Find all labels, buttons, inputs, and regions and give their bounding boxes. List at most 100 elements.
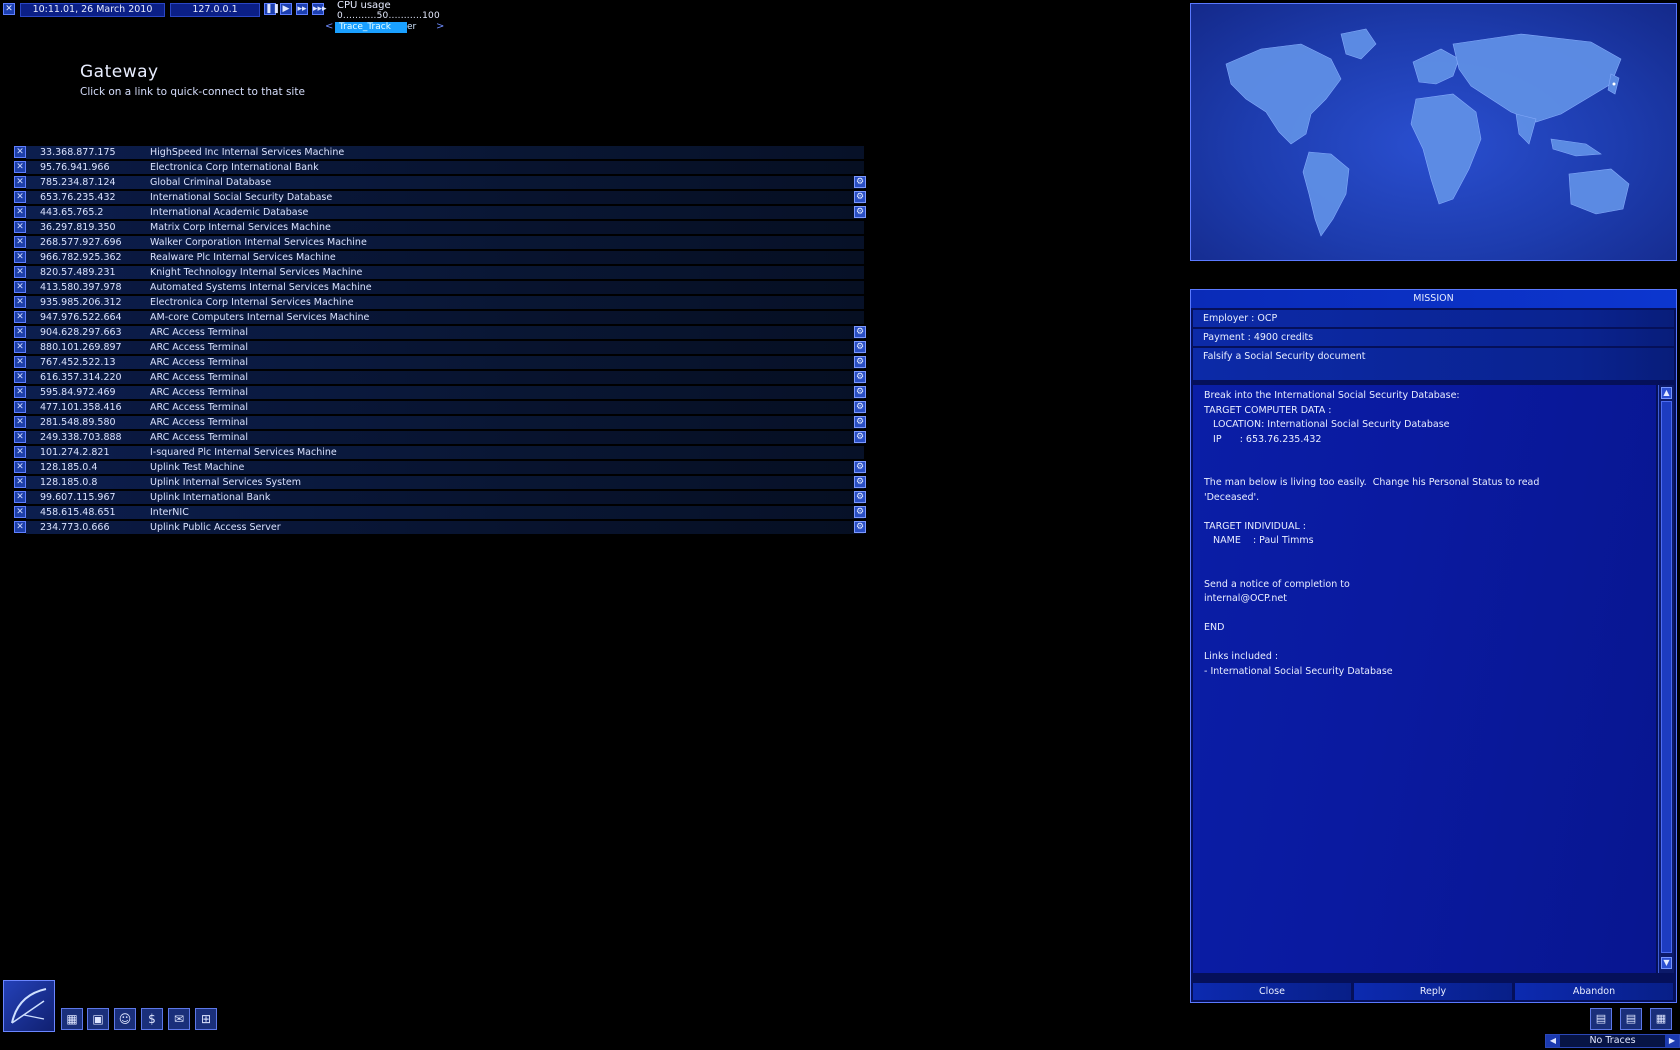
link-row[interactable]: ✕ 880.101.269.897 ARC Access Terminal ⚙ [14, 340, 866, 355]
connect-gear-icon[interactable]: ⚙ [854, 386, 866, 398]
link-ip[interactable]: 33.368.877.175 [40, 147, 116, 158]
hardware-icon[interactable]: ▣ [87, 1008, 109, 1030]
link-name[interactable]: International Social Security Database [150, 192, 332, 203]
link-ip[interactable]: 880.101.269.897 [40, 342, 122, 353]
pause-button[interactable]: ❚❚ [264, 3, 280, 15]
link-ip[interactable]: 947.976.522.664 [40, 312, 122, 323]
link-row[interactable]: ✕ 616.357.314.220 ARC Access Terminal ⚙ [14, 370, 866, 385]
connect-gear-icon[interactable]: ⚙ [854, 416, 866, 428]
link-name[interactable]: ARC Access Terminal [150, 402, 248, 413]
link-row[interactable]: ✕ 268.577.927.696 Walker Corporation Inter… [14, 235, 866, 250]
link-name[interactable]: Electronica Corp Internal Services Machi… [150, 297, 354, 308]
link-row[interactable]: ✕ 99.607.115.967 Uplink International Bank… [14, 490, 866, 505]
personal-icon[interactable]: ☺ [114, 1008, 136, 1030]
traces-prev-icon[interactable]: ◀ [1546, 1035, 1560, 1047]
link-ip[interactable]: 36.297.819.350 [40, 222, 116, 233]
link-row[interactable]: ✕ 128.185.0.4 Uplink Test Machine ⚙ [14, 460, 866, 475]
link-ip[interactable]: 595.84.972.469 [40, 387, 116, 398]
traces-next-icon[interactable]: ▶ [1665, 1035, 1679, 1047]
link-row[interactable]: ✕ 413.580.397.978 Automated Systems Intern… [14, 280, 866, 295]
link-name[interactable]: Matrix Corp Internal Services Machine [150, 222, 331, 233]
delete-link-icon[interactable]: ✕ [14, 281, 26, 293]
connect-gear-icon[interactable]: ⚙ [854, 491, 866, 503]
link-ip[interactable]: 785.234.87.124 [40, 177, 116, 188]
play-button[interactable]: ▶ [280, 3, 292, 15]
link-row[interactable]: ✕ 458.615.48.651 InterNIC ⚙ [14, 505, 866, 520]
mission-reply-button[interactable]: Reply [1354, 983, 1512, 1000]
link-ip[interactable]: 249.338.703.888 [40, 432, 122, 443]
delete-link-icon[interactable]: ✕ [14, 491, 26, 503]
email-icon[interactable]: ✉ [168, 1008, 190, 1030]
link-ip[interactable]: 966.782.925.362 [40, 252, 122, 263]
scroll-thumb[interactable] [1661, 401, 1672, 953]
link-ip[interactable]: 128.185.0.4 [40, 462, 97, 473]
link-ip[interactable]: 616.357.314.220 [40, 372, 122, 383]
connect-gear-icon[interactable]: ⚙ [854, 356, 866, 368]
link-row[interactable]: ✕ 128.185.0.8 Uplink Internal Services Sys… [14, 475, 866, 490]
link-row[interactable]: ✕ 281.548.89.580 ARC Access Terminal ⚙ [14, 415, 866, 430]
link-name[interactable]: InterNIC [150, 507, 189, 518]
connect-gear-icon[interactable]: ⚙ [854, 461, 866, 473]
link-row[interactable]: ✕ 966.782.925.362 Realware Plc Internal Se… [14, 250, 866, 265]
delete-link-icon[interactable]: ✕ [14, 341, 26, 353]
connect-gear-icon[interactable]: ⚙ [854, 401, 866, 413]
mission-icon[interactable]: ▤ [1620, 1008, 1642, 1030]
link-name[interactable]: International Academic Database [150, 207, 308, 218]
link-name[interactable]: Automated Systems Internal Services Mach… [150, 282, 372, 293]
link-row[interactable]: ✕ 33.368.877.175 HighSpeed Inc Internal Se… [14, 145, 866, 160]
uplink-logo-button[interactable] [3, 980, 55, 1032]
link-ip[interactable]: 477.101.358.416 [40, 402, 122, 413]
link-row[interactable]: ✕ 36.297.819.350 Matrix Corp Internal Serv… [14, 220, 866, 235]
link-row[interactable]: ✕ 95.76.941.966 Electronica Corp Internati… [14, 160, 866, 175]
connect-gear-icon[interactable]: ⚙ [854, 476, 866, 488]
link-row[interactable]: ✕ 935.985.206.312 Electronica Corp Interna… [14, 295, 866, 310]
email-icon[interactable]: ▤ [1590, 1008, 1612, 1030]
link-name[interactable]: Knight Technology Internal Services Mach… [150, 267, 362, 278]
link-row[interactable]: ✕ 101.274.2.821 I-squared Plc Internal Ser… [14, 445, 866, 460]
link-name[interactable]: Realware Plc Internal Services Machine [150, 252, 336, 263]
delete-link-icon[interactable]: ✕ [14, 431, 26, 443]
connect-gear-icon[interactable]: ⚙ [854, 341, 866, 353]
link-name[interactable]: ARC Access Terminal [150, 432, 248, 443]
connect-gear-icon[interactable]: ⚙ [854, 326, 866, 338]
link-row[interactable]: ✕ 234.773.0.666 Uplink Public Access Serve… [14, 520, 866, 535]
software-icon[interactable]: ▦ [61, 1008, 83, 1030]
link-ip[interactable]: 413.580.397.978 [40, 282, 122, 293]
connect-gear-icon[interactable]: ⚙ [854, 431, 866, 443]
link-ip[interactable]: 443.65.765.2 [40, 207, 103, 218]
trace-tracker[interactable]: < Trace_Track er > [325, 21, 446, 33]
quit-button[interactable]: ✕ [3, 3, 15, 15]
link-name[interactable]: Uplink Internal Services System [150, 477, 301, 488]
link-name[interactable]: AM-core Computers Internal Services Mach… [150, 312, 369, 323]
link-name[interactable]: Global Criminal Database [150, 177, 271, 188]
delete-link-icon[interactable]: ✕ [14, 161, 26, 173]
link-name[interactable]: ARC Access Terminal [150, 357, 248, 368]
link-row[interactable]: ✕ 947.976.522.664 AM-core Computers Intern… [14, 310, 866, 325]
delete-link-icon[interactable]: ✕ [14, 311, 26, 323]
link-ip[interactable]: 281.548.89.580 [40, 417, 116, 428]
link-row[interactable]: ✕ 595.84.972.469 ARC Access Terminal ⚙ [14, 385, 866, 400]
link-name[interactable]: I-squared Plc Internal Services Machine [150, 447, 337, 458]
link-row[interactable]: ✕ 653.76.235.432 International Social Secu… [14, 190, 866, 205]
delete-link-icon[interactable]: ✕ [14, 236, 26, 248]
link-ip[interactable]: 767.452.522.13 [40, 357, 116, 368]
fast-forward-button[interactable]: ▸▸ [296, 3, 308, 15]
link-ip[interactable]: 820.57.489.231 [40, 267, 116, 278]
tracer-prev-button[interactable]: < [325, 21, 333, 32]
link-ip[interactable]: 653.76.235.432 [40, 192, 116, 203]
link-ip[interactable]: 935.985.206.312 [40, 297, 122, 308]
link-row[interactable]: ✕ 785.234.87.124 Global Criminal Database ⚙ [14, 175, 866, 190]
delete-link-icon[interactable]: ✕ [14, 506, 26, 518]
mission-abandon-button[interactable]: Abandon [1515, 983, 1673, 1000]
link-name[interactable]: Electronica Corp International Bank [150, 162, 319, 173]
link-row[interactable]: ✕ 820.57.489.231 Knight Technology Interna… [14, 265, 866, 280]
delete-link-icon[interactable]: ✕ [14, 401, 26, 413]
tracer-next-button[interactable]: > [436, 21, 444, 32]
link-row[interactable]: ✕ 443.65.765.2 International Academic Data… [14, 205, 866, 220]
delete-link-icon[interactable]: ✕ [14, 146, 26, 158]
link-ip[interactable]: 99.607.115.967 [40, 492, 116, 503]
link-row[interactable]: ✕ 477.101.358.416 ARC Access Terminal ⚙ [14, 400, 866, 415]
link-name[interactable]: HighSpeed Inc Internal Services Machine [150, 147, 344, 158]
delete-link-icon[interactable]: ✕ [14, 446, 26, 458]
delete-link-icon[interactable]: ✕ [14, 461, 26, 473]
